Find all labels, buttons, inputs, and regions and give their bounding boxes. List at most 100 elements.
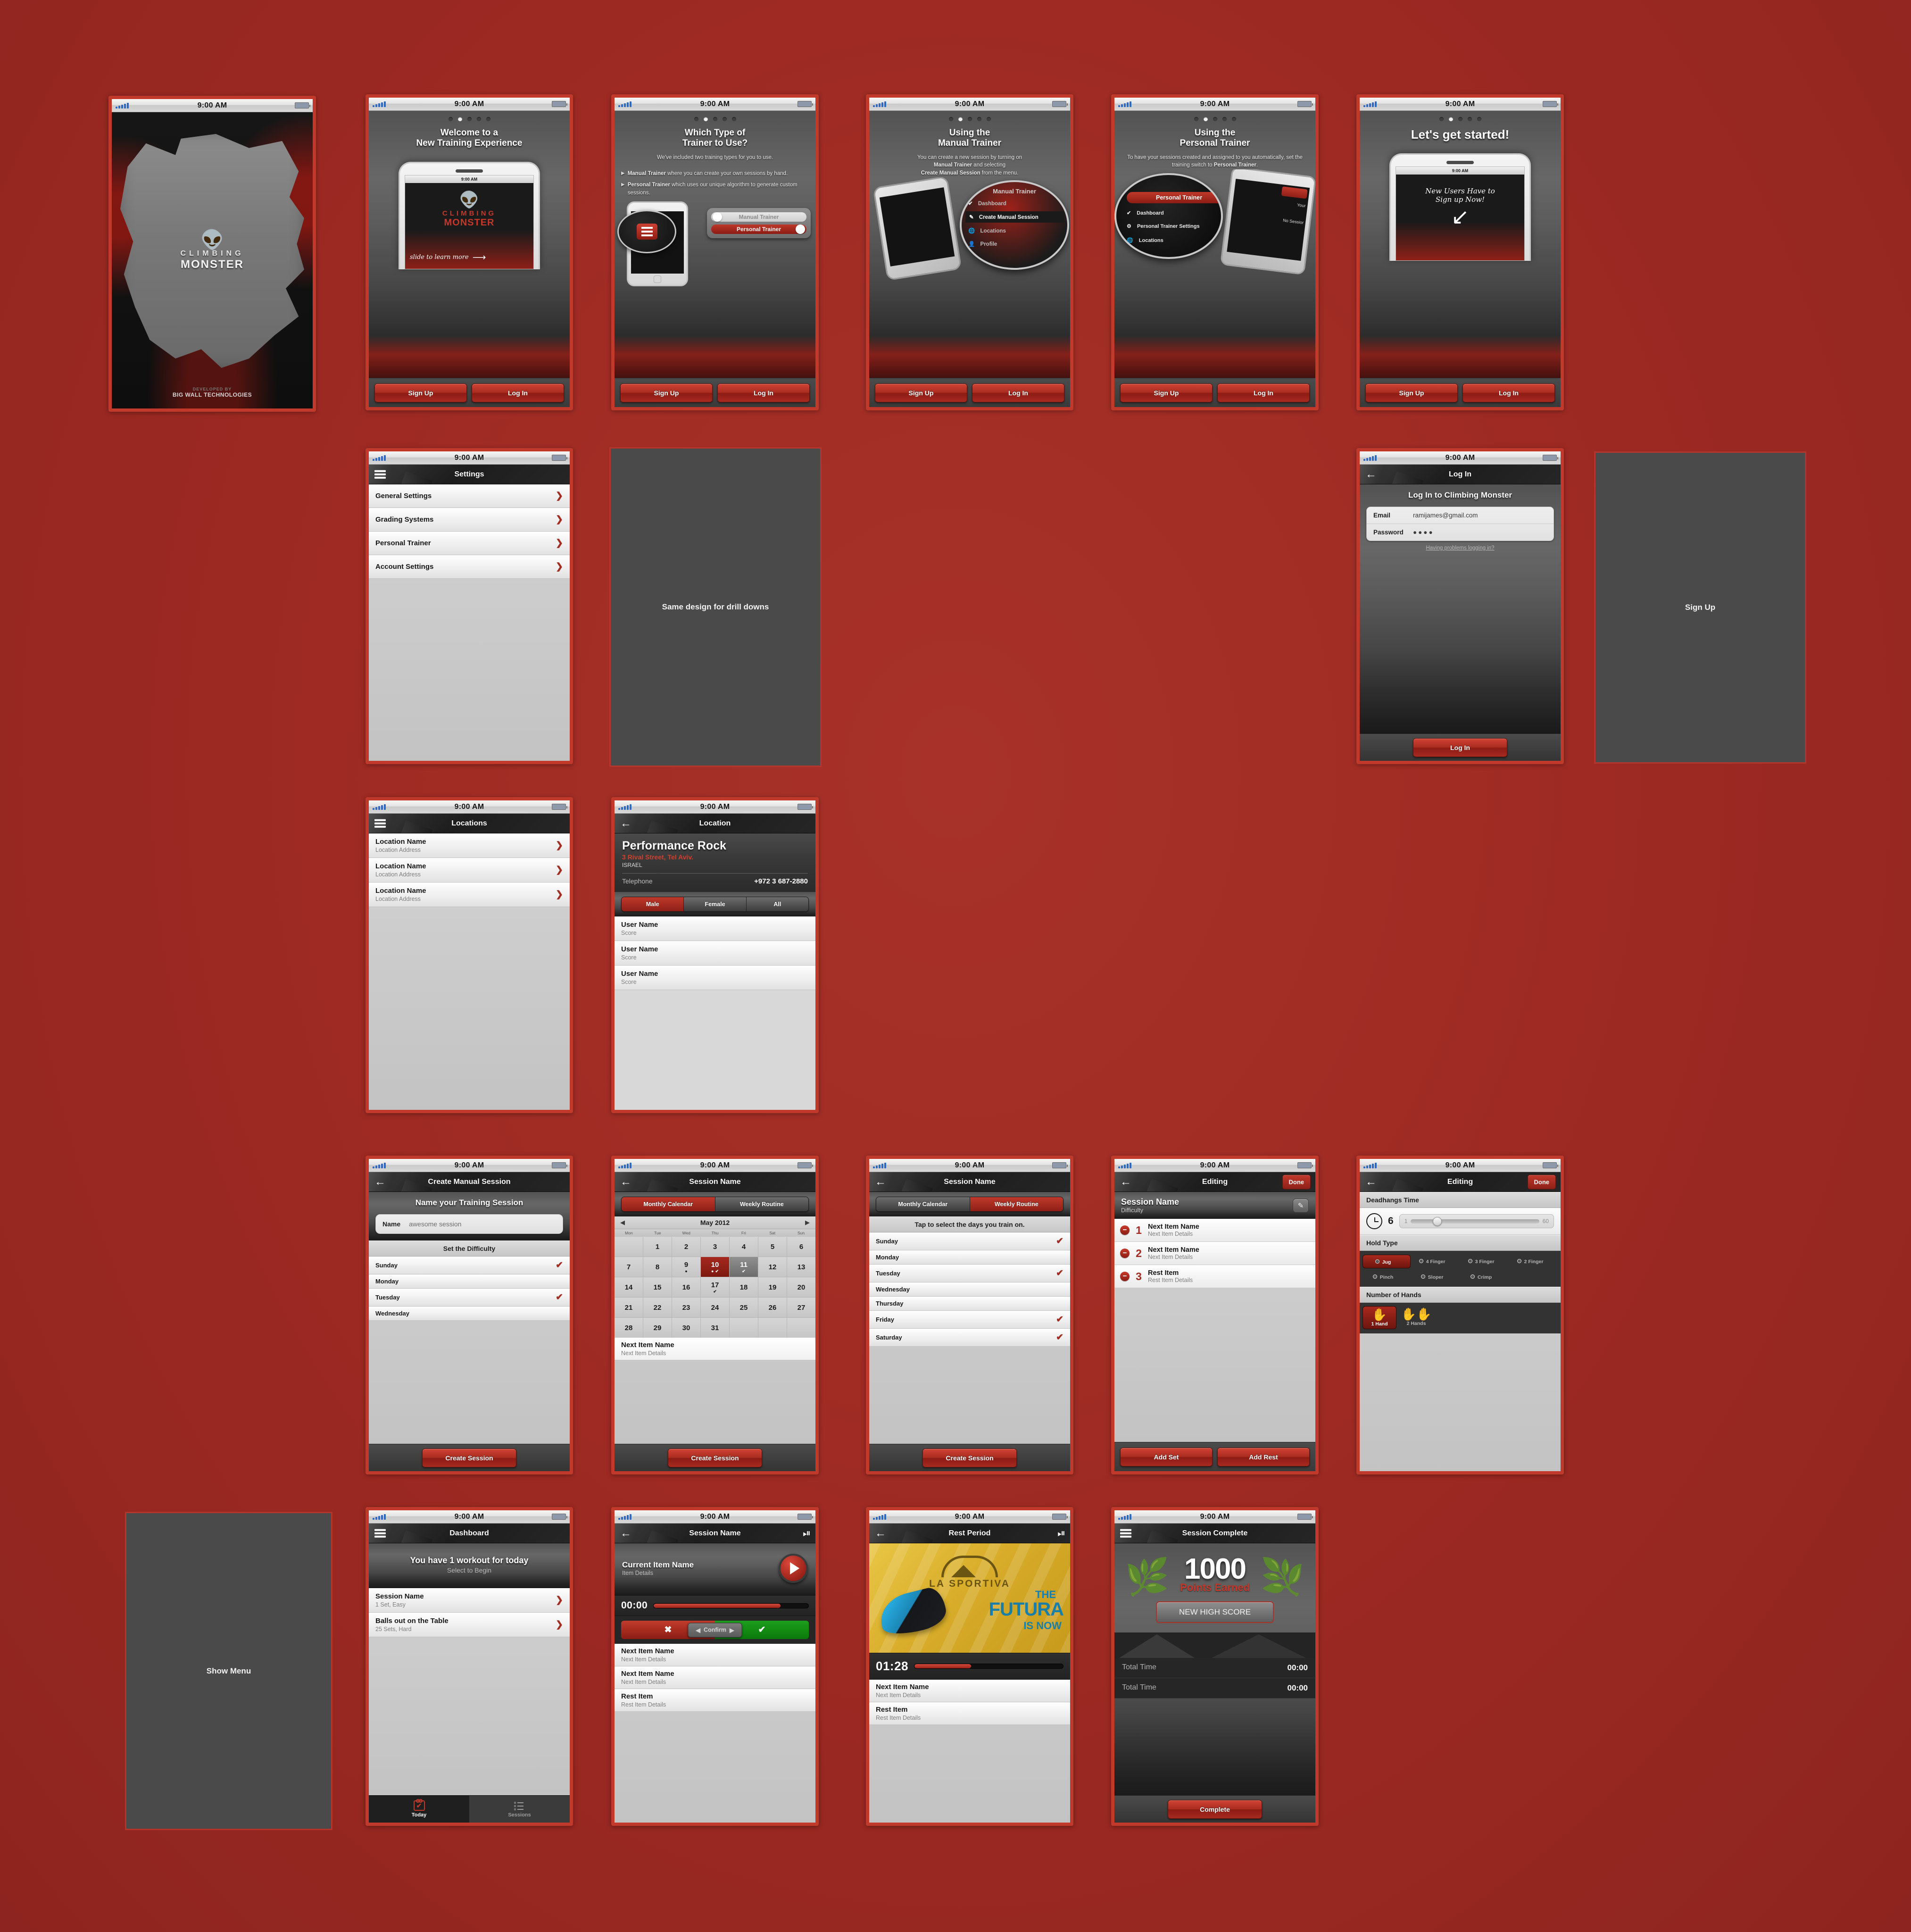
hold-option-pinch[interactable]: Pinch bbox=[1363, 1270, 1411, 1283]
hold-option-sloper[interactable]: Sloper bbox=[1412, 1270, 1460, 1283]
back-icon[interactable]: ← bbox=[1365, 468, 1377, 480]
menu-item[interactable]: ⚙ Personal Trainer Settings bbox=[1127, 223, 1214, 229]
advertisement[interactable]: LA SPORTIVA THE FUTURA IS NOW bbox=[869, 1543, 1070, 1653]
list-item[interactable]: User Name Score bbox=[615, 916, 815, 941]
list-item[interactable]: Tuesday ✔ bbox=[369, 1289, 570, 1307]
calendar-day[interactable]: 10 ● ✔ bbox=[701, 1257, 729, 1277]
calendar-day[interactable]: 16 bbox=[672, 1277, 700, 1297]
calendar-day[interactable]: 19 bbox=[758, 1277, 787, 1297]
list-item[interactable]: Rest Item Rest Item Details bbox=[869, 1702, 1070, 1725]
list-item[interactable]: Thursday bbox=[869, 1297, 1070, 1311]
list-item[interactable]: Saturday ✔ bbox=[869, 1329, 1070, 1347]
list-item[interactable]: Friday ✔ bbox=[869, 1311, 1070, 1329]
list-item[interactable]: User Name Score bbox=[615, 941, 815, 966]
segmented-control[interactable]: Monthly Calendar Weekly Routine bbox=[876, 1197, 1064, 1212]
list-item[interactable]: Sunday ✔ bbox=[369, 1257, 570, 1274]
calendar-day[interactable]: 21 bbox=[615, 1298, 643, 1317]
tab-today[interactable]: ✔ Today bbox=[369, 1796, 469, 1823]
menu-icon[interactable] bbox=[374, 817, 386, 829]
back-icon[interactable]: ← bbox=[620, 1527, 631, 1539]
done-button[interactable]: Done bbox=[1527, 1174, 1556, 1189]
personal-trainer-toggle[interactable]: Personal Trainer bbox=[1127, 192, 1221, 204]
back-icon[interactable]: ← bbox=[620, 817, 631, 829]
list-item[interactable]: Session Name 1 Set, Easy ❯ bbox=[369, 1588, 570, 1613]
add-set-button[interactable]: Add Set bbox=[1120, 1447, 1213, 1466]
skip-next-icon[interactable]: ⏯ bbox=[1057, 1528, 1065, 1538]
segment-all[interactable]: All bbox=[746, 897, 808, 911]
calendar-day[interactable]: 17 ✔ bbox=[701, 1277, 729, 1297]
hold-option-2-finger[interactable]: 2 Finger bbox=[1510, 1255, 1558, 1268]
create-session-button[interactable]: Create Session bbox=[668, 1448, 762, 1467]
list-item[interactable]: Location Name Location Address ❯ bbox=[369, 883, 570, 907]
log-in-button[interactable]: Log In bbox=[717, 383, 810, 402]
list-item[interactable]: Next Item Name Next Item Details bbox=[615, 1666, 815, 1689]
list-item[interactable]: Location Name Location Address ❯ bbox=[369, 858, 570, 883]
calendar-day[interactable]: 28 bbox=[615, 1318, 643, 1338]
calendar-day[interactable]: 5 bbox=[758, 1237, 787, 1257]
sidebar-item-grading-systems[interactable]: Grading Systems ❯ bbox=[369, 508, 570, 532]
sign-up-button[interactable]: Sign Up bbox=[1365, 383, 1458, 402]
create-session-button[interactable]: Create Session bbox=[422, 1448, 516, 1467]
list-item[interactable]: Monday bbox=[369, 1274, 570, 1289]
sidebar-item-personal-trainer[interactable]: Personal Trainer ❯ bbox=[369, 532, 570, 555]
menu-item[interactable]: ✔ Dashboard bbox=[1127, 210, 1214, 216]
slider-track[interactable] bbox=[1411, 1216, 1539, 1226]
time-slider[interactable]: 1 60 bbox=[1399, 1214, 1554, 1228]
sign-up-button[interactable]: Sign Up bbox=[1120, 383, 1213, 402]
log-in-submit-button[interactable]: Log In bbox=[1413, 738, 1507, 757]
calendar-day[interactable]: 31 bbox=[701, 1318, 729, 1338]
personal-trainer-toggle[interactable]: Personal Trainer bbox=[711, 225, 806, 234]
calendar-day[interactable]: 1 bbox=[643, 1237, 672, 1257]
calendar-day[interactable]: 29 bbox=[643, 1318, 672, 1338]
menu-icon[interactable] bbox=[1120, 1527, 1131, 1539]
table-row[interactable]: − 3 Rest Item Rest Item Details bbox=[1114, 1265, 1315, 1288]
create-session-button[interactable]: Create Session bbox=[922, 1448, 1017, 1467]
calendar-day[interactable]: 14 bbox=[615, 1277, 643, 1297]
calendar-day[interactable]: 24 bbox=[701, 1298, 729, 1317]
menu-item-selected[interactable]: ✎ Create Manual Session bbox=[965, 211, 1064, 223]
back-icon[interactable]: ← bbox=[1365, 1176, 1377, 1188]
page-dots[interactable] bbox=[1114, 111, 1315, 121]
calendar-day[interactable]: 8 bbox=[643, 1257, 672, 1277]
sign-up-button[interactable]: Sign Up bbox=[620, 383, 713, 402]
calendar-day[interactable]: 25 bbox=[730, 1298, 758, 1317]
list-item[interactable]: Next Item Name Next Item Details bbox=[869, 1680, 1070, 1702]
calendar-day[interactable]: 4 bbox=[730, 1237, 758, 1257]
hands-option-2-hands[interactable]: ✋✋ 2 Hands bbox=[1399, 1306, 1433, 1329]
edit-pencil-button[interactable]: ✎ bbox=[1293, 1198, 1309, 1213]
log-in-button[interactable]: Log In bbox=[972, 383, 1064, 402]
remove-icon[interactable]: − bbox=[1120, 1272, 1130, 1281]
sidebar-item-general-settings[interactable]: General Settings ❯ bbox=[369, 484, 570, 508]
log-in-button[interactable]: Log In bbox=[1217, 383, 1310, 402]
password-field[interactable]: Password ●●●● bbox=[1367, 524, 1554, 541]
hold-option-4-finger[interactable]: 4 Finger bbox=[1412, 1255, 1460, 1268]
table-row[interactable]: − 1 Next Item Name Next Item Details bbox=[1114, 1219, 1315, 1242]
sidebar-item-account-settings[interactable]: Account Settings ❯ bbox=[369, 555, 570, 579]
list-item[interactable]: Next Item Name Next Item Details bbox=[615, 1644, 815, 1666]
next-month-button[interactable]: ▶ bbox=[805, 1219, 810, 1226]
hands-option-1-hand[interactable]: ✋ 1 Hand bbox=[1363, 1306, 1396, 1329]
calendar-day[interactable]: 9 ● bbox=[672, 1257, 700, 1277]
sign-up-button[interactable]: Sign Up bbox=[875, 383, 967, 402]
session-name-input[interactable]: Name awesome session bbox=[375, 1214, 563, 1234]
calendar-day[interactable]: 15 bbox=[643, 1277, 672, 1297]
done-button[interactable]: Done bbox=[1282, 1174, 1311, 1189]
calendar-day[interactable]: 20 bbox=[787, 1277, 815, 1297]
list-item[interactable]: Sunday ✔ bbox=[869, 1232, 1070, 1250]
menu-icon[interactable] bbox=[374, 1527, 386, 1539]
list-item[interactable]: Wednesday bbox=[369, 1307, 570, 1321]
tab-sessions[interactable]: Sessions bbox=[469, 1796, 570, 1823]
hold-option-jug[interactable]: Jug bbox=[1363, 1255, 1411, 1268]
log-in-button[interactable]: Log In bbox=[472, 383, 564, 402]
list-item[interactable]: Next Item Name Next Item Details bbox=[615, 1338, 815, 1360]
manual-trainer-toggle[interactable]: Manual Trainer bbox=[711, 212, 806, 222]
confirm-slider[interactable]: ◀ Confirm ▶ bbox=[688, 1623, 742, 1637]
list-item[interactable]: Monday bbox=[869, 1250, 1070, 1265]
list-item[interactable]: Wednesday bbox=[869, 1282, 1070, 1297]
complete-button[interactable]: Complete bbox=[1168, 1799, 1262, 1819]
back-icon[interactable]: ← bbox=[374, 1176, 386, 1188]
remove-icon[interactable]: − bbox=[1120, 1225, 1130, 1235]
page-dots[interactable] bbox=[615, 111, 815, 121]
menu-item[interactable]: ✔ Dashboard bbox=[968, 200, 1063, 207]
menu-item[interactable]: 🌐 Locations bbox=[1127, 237, 1214, 243]
